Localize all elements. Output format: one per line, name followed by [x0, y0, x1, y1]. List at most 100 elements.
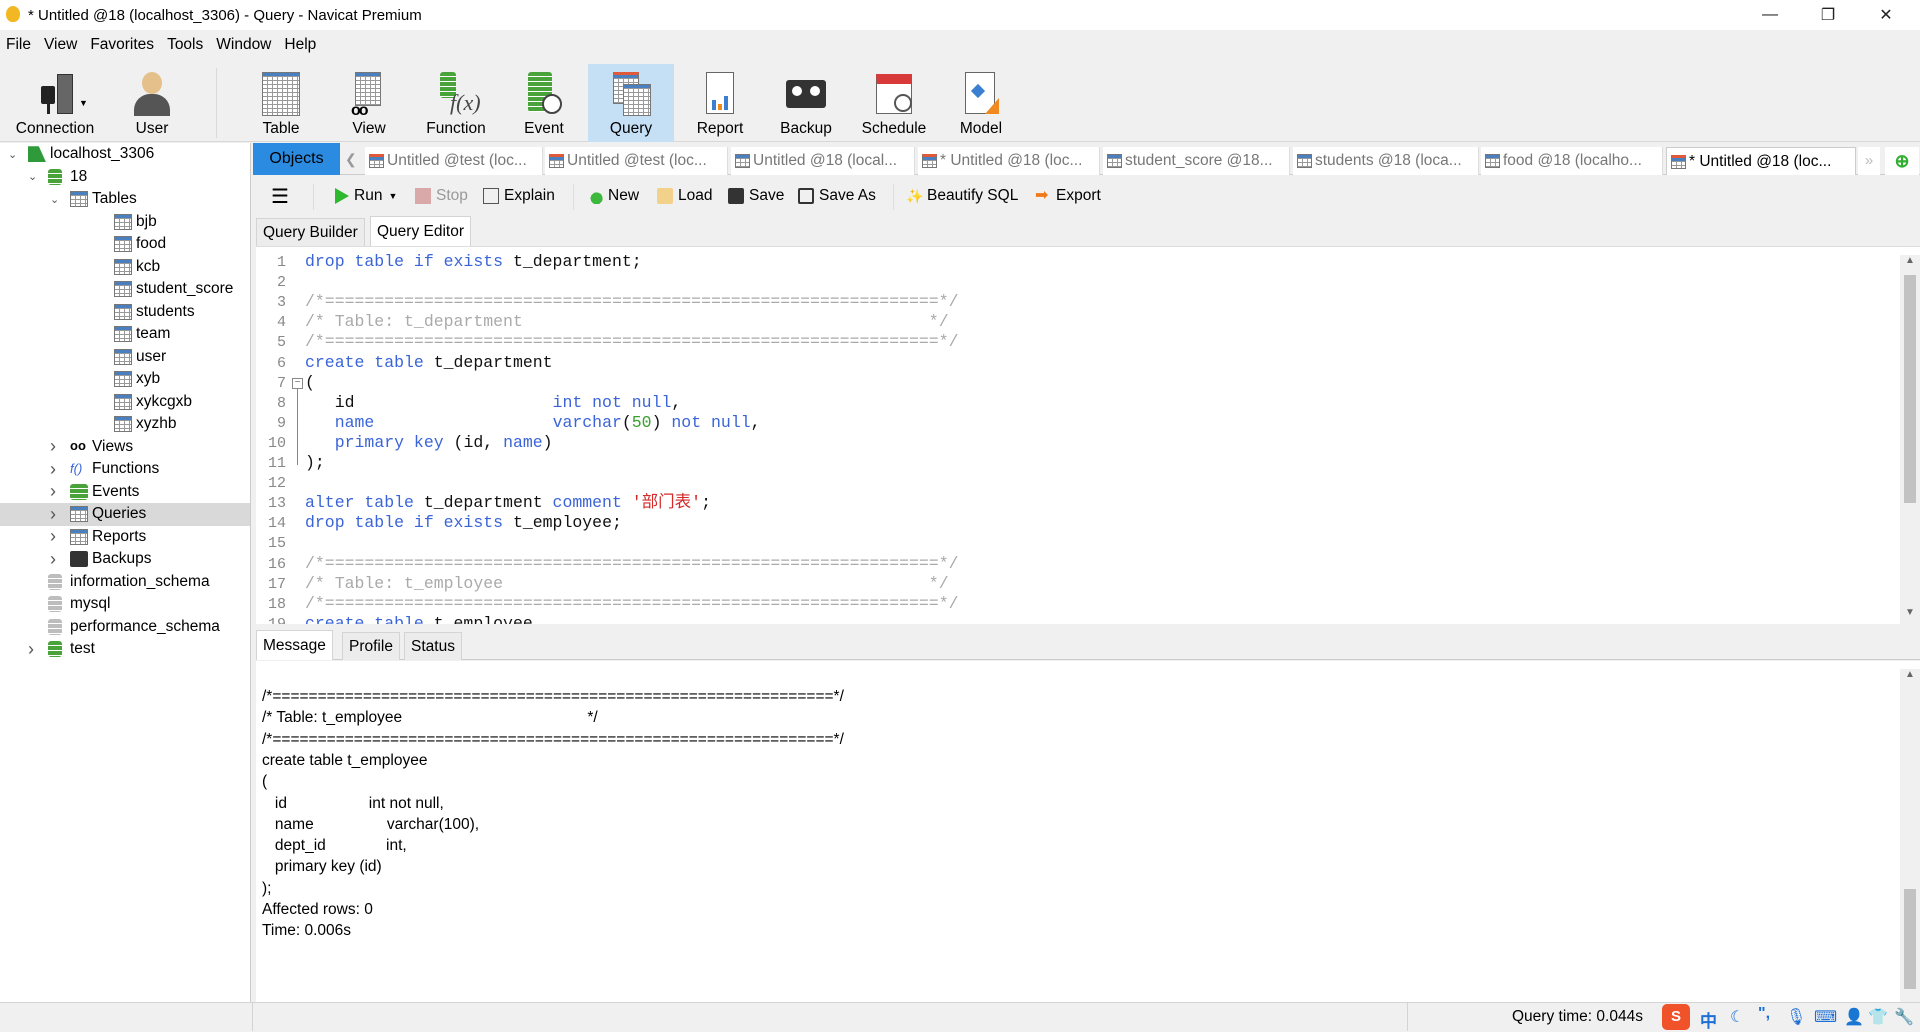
tree-item-Views[interactable]: › oo Views — [0, 436, 250, 459]
restore-button[interactable]: ❐ — [1799, 0, 1857, 30]
menu-help[interactable]: Help — [284, 36, 316, 54]
menu-favorites[interactable]: Favorites — [90, 36, 154, 54]
chevron-down-icon[interactable]: ⌄ — [8, 148, 17, 161]
tree-item-Queries[interactable]: › Queries — [0, 503, 250, 526]
tab-query-editor[interactable]: Query Editor — [370, 216, 472, 246]
chevron-right-icon[interactable]: › — [50, 481, 56, 502]
schedule-button[interactable]: Schedule — [852, 64, 936, 142]
run-dropdown-icon[interactable]: ▼ — [388, 191, 397, 201]
editor-tab[interactable]: * Untitled @18 (loc... — [918, 147, 1100, 175]
tree-item-students[interactable]: students — [0, 301, 250, 324]
tree-item-xykcgxb[interactable]: xykcgxb — [0, 391, 250, 414]
tree-item-bjb[interactable]: bjb — [0, 211, 250, 234]
fold-toggle-icon[interactable]: − — [292, 377, 303, 389]
stop-button[interactable]: Stop — [415, 184, 468, 208]
export-button[interactable]: ➡ Export — [1035, 184, 1101, 208]
tree-item-student-score[interactable]: student_score — [0, 278, 250, 301]
function-button[interactable]: f(x) Function — [416, 64, 496, 142]
scroll-up-icon[interactable]: ▲ — [1905, 669, 1915, 680]
hamburger-menu-icon[interactable]: ☰ — [271, 184, 289, 208]
run-button[interactable]: Run ▼ — [335, 184, 397, 208]
tree-item-localhost-3306[interactable]: ⌄ localhost_3306 — [0, 143, 250, 166]
editor-tab[interactable]: students @18 (loca... — [1293, 147, 1479, 175]
chevron-right-icon[interactable]: › — [50, 459, 56, 480]
tree-item-xyzhb[interactable]: xyzhb — [0, 413, 250, 436]
tab-profile[interactable]: Profile — [342, 632, 400, 660]
editor-scrollbar[interactable]: ▲ ▼ — [1900, 255, 1920, 624]
menu-window[interactable]: Window — [216, 36, 271, 54]
menu-view[interactable]: View — [44, 36, 77, 54]
new-tab-icon[interactable]: ⊕ — [1885, 147, 1919, 175]
message-scroll-thumb[interactable] — [1904, 889, 1916, 989]
tree-item-Reports[interactable]: › Reports — [0, 526, 250, 549]
moon-icon[interactable]: ☾ — [1730, 1007, 1744, 1027]
chevron-right-icon[interactable]: › — [28, 639, 34, 660]
tool-wrench-icon[interactable]: 🔧 — [1894, 1007, 1914, 1027]
tab-scroll-right-icon[interactable]: » — [1858, 147, 1880, 175]
backup-button[interactable]: Backup — [770, 64, 842, 142]
save-button[interactable]: Save — [728, 184, 784, 208]
chevron-down-icon[interactable]: ⌄ — [28, 170, 37, 183]
editor-tab[interactable]: student_score @18... — [1103, 147, 1290, 175]
new-query-button[interactable]: New — [587, 184, 639, 208]
connection-button[interactable]: ▼ Connection — [8, 64, 102, 142]
load-button[interactable]: Load — [657, 184, 712, 208]
sogou-ime-icon[interactable]: S — [1662, 1004, 1690, 1030]
editor-tab[interactable]: Untitled @test (loc... — [545, 147, 728, 175]
editor-tab[interactable]: * Untitled @18 (loc... — [1666, 147, 1856, 175]
tree-item-xyb[interactable]: xyb — [0, 368, 250, 391]
microphone-icon[interactable]: 🎙 — [1786, 1007, 1806, 1027]
tree-item-information-schema[interactable]: information_schema — [0, 571, 250, 594]
tree-item-18[interactable]: ⌄ 18 — [0, 166, 250, 189]
tab-objects[interactable]: Objects — [253, 143, 340, 175]
tree-item-kcb[interactable]: kcb — [0, 256, 250, 279]
chevron-down-icon[interactable]: ⌄ — [50, 193, 59, 206]
report-button[interactable]: Report — [684, 64, 756, 142]
scroll-up-icon[interactable]: ▲ — [1905, 255, 1915, 266]
explain-button[interactable]: Explain — [483, 184, 555, 208]
tree-item-Backups[interactable]: › Backups — [0, 548, 250, 571]
event-button[interactable]: Event — [508, 64, 580, 142]
model-button[interactable]: Model — [946, 64, 1016, 142]
tab-query-builder[interactable]: Query Builder — [256, 218, 365, 246]
tree-item-team[interactable]: team — [0, 323, 250, 346]
tree-item-performance-schema[interactable]: performance_schema — [0, 616, 250, 639]
keyboard-icon[interactable]: ⌨ — [1814, 1007, 1837, 1027]
tab-scroll-left-icon[interactable]: ❮ — [345, 151, 357, 168]
editor-tab[interactable]: Untitled @test (loc... — [365, 147, 543, 175]
tree-item-mysql[interactable]: mysql — [0, 593, 250, 616]
message-scrollbar[interactable]: ▲ — [1900, 669, 1920, 1002]
line-number: 3 — [276, 294, 286, 312]
close-button[interactable]: ✕ — [1857, 0, 1915, 30]
tab-status[interactable]: Status — [404, 632, 462, 660]
tree-item-Tables[interactable]: ⌄ Tables — [0, 188, 250, 211]
ime-mode[interactable]: 中 — [1700, 1007, 1717, 1032]
chevron-right-icon[interactable]: › — [50, 504, 56, 525]
tree-item-Functions[interactable]: › f() Functions — [0, 458, 250, 481]
user-ime-icon[interactable]: 👤 — [1844, 1007, 1864, 1027]
tree-item-Events[interactable]: › Events — [0, 481, 250, 504]
editor-scroll-thumb[interactable] — [1904, 275, 1916, 503]
scroll-down-icon[interactable]: ▼ — [1905, 607, 1915, 618]
tab-message[interactable]: Message — [256, 630, 333, 660]
save-as-button[interactable]: Save As — [798, 184, 876, 208]
user-button[interactable]: User — [118, 64, 186, 142]
editor-tab[interactable]: food @18 (localho... — [1481, 147, 1663, 175]
tree-item-test[interactable]: › test — [0, 638, 250, 661]
tree-item-food[interactable]: food — [0, 233, 250, 256]
chevron-right-icon[interactable]: › — [50, 526, 56, 547]
chevron-right-icon[interactable]: › — [50, 436, 56, 457]
editor-tab[interactable]: Untitled @18 (local... — [731, 147, 915, 175]
chevron-right-icon[interactable]: › — [50, 549, 56, 570]
table-button[interactable]: Table — [246, 64, 316, 142]
beautify-sql-button[interactable]: ✨ Beautify SQL — [906, 184, 1018, 208]
view-button[interactable]: oo View — [334, 64, 404, 142]
query-button[interactable]: Query — [588, 64, 674, 142]
sql-editor[interactable]: 12345678910111213141516171819 drop table… — [256, 246, 1920, 624]
minimize-button[interactable]: — — [1741, 0, 1799, 30]
menu-file[interactable]: File — [6, 36, 31, 54]
tree-item-user[interactable]: user — [0, 346, 250, 369]
skin-shirt-icon[interactable]: 👕 — [1868, 1007, 1888, 1027]
punctuation-icon[interactable]: ", — [1758, 1005, 1770, 1023]
menu-tools[interactable]: Tools — [167, 36, 203, 54]
